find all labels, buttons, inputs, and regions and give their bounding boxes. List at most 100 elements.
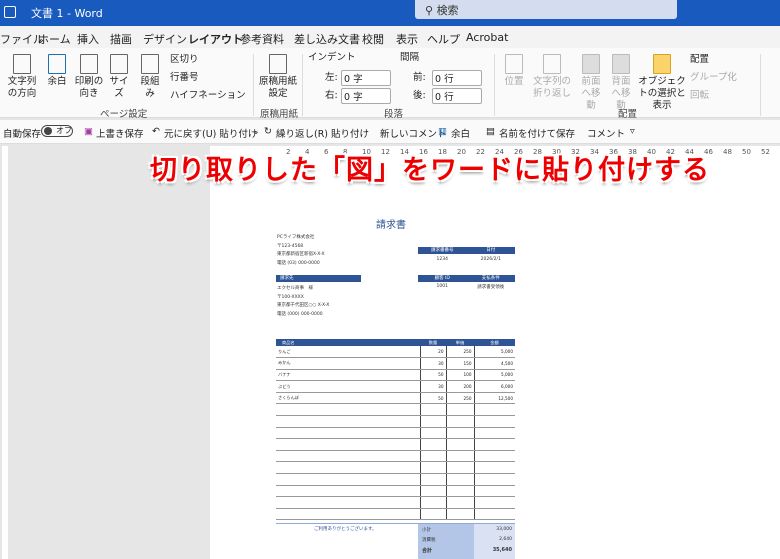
indent-right-input[interactable]: 0 字	[341, 88, 391, 104]
table-cell[interactable]: さくらんぼ	[276, 392, 420, 405]
table-cell[interactable]: 100	[445, 369, 474, 382]
customize-qat-button[interactable]: ▿	[630, 126, 635, 137]
tab-11[interactable]: Acrobat	[466, 31, 508, 44]
group-button[interactable]: グループ化	[690, 72, 737, 84]
table-cell[interactable]	[445, 427, 474, 440]
tab-3[interactable]: 描画	[110, 31, 132, 47]
table-cell[interactable]	[419, 461, 446, 475]
table-cell[interactable]	[276, 427, 420, 440]
tab-2[interactable]: 挿入	[77, 31, 99, 47]
table-cell[interactable]	[473, 403, 515, 417]
margins-button[interactable]: 余白	[44, 54, 70, 88]
table-cell[interactable]	[445, 485, 474, 498]
table-cell[interactable]: 4,500	[473, 357, 515, 370]
table-cell[interactable]	[445, 461, 474, 475]
table-cell[interactable]	[419, 415, 446, 428]
save-button[interactable]: 上書き保存	[96, 126, 144, 140]
table-cell[interactable]	[445, 473, 474, 486]
table-cell[interactable]: 30	[419, 357, 446, 370]
table-cell[interactable]: 50	[419, 392, 446, 405]
table-cell[interactable]: りんご	[276, 346, 420, 359]
search-box[interactable]: ⚲ 検索	[415, 0, 677, 19]
table-cell[interactable]: 50	[419, 369, 446, 382]
columns-button[interactable]: 段組み	[136, 54, 164, 100]
position-button[interactable]: 位置	[500, 54, 528, 88]
tab-8[interactable]: 校閲	[362, 31, 384, 47]
table-cell[interactable]	[276, 485, 420, 498]
table-cell[interactable]	[473, 485, 515, 498]
comment-button[interactable]: コメント	[587, 126, 625, 140]
table-cell[interactable]	[419, 438, 446, 451]
undo-button[interactable]: 元に戻す(U) 貼り付け	[164, 126, 257, 140]
rotate-button[interactable]: 回転	[690, 90, 709, 102]
table-cell[interactable]	[276, 415, 420, 428]
table-cell[interactable]	[445, 508, 474, 521]
table-cell[interactable]	[473, 461, 515, 475]
table-cell[interactable]	[419, 485, 446, 498]
table-cell[interactable]: 150	[445, 357, 474, 370]
line-numbers-button[interactable]: 行番号	[170, 72, 199, 84]
table-cell[interactable]	[473, 473, 515, 486]
table-cell[interactable]	[276, 461, 420, 475]
table-cell[interactable]	[473, 496, 515, 509]
table-cell[interactable]: 30	[419, 380, 446, 393]
table-cell[interactable]: 250	[445, 392, 474, 405]
table-cell[interactable]	[473, 508, 515, 521]
table-cell[interactable]	[419, 427, 446, 440]
breaks-button[interactable]: 区切り	[170, 54, 199, 66]
tab-7[interactable]: 差し込み文書	[294, 31, 360, 47]
align-button[interactable]: 配置	[690, 54, 709, 66]
selection-pane-button[interactable]: オブジェクトの選択と表示	[638, 54, 686, 112]
table-cell[interactable]	[473, 438, 515, 451]
size-button[interactable]: サイズ	[106, 54, 132, 100]
tab-9[interactable]: 表示	[396, 31, 418, 47]
table-cell[interactable]	[276, 473, 420, 486]
table-cell[interactable]: ぶどう	[276, 380, 420, 393]
table-cell[interactable]	[419, 508, 446, 521]
table-cell[interactable]: 5,000	[473, 346, 515, 359]
table-cell[interactable]	[445, 403, 474, 417]
table-cell[interactable]	[276, 438, 420, 451]
tab-1[interactable]: ホーム	[38, 31, 71, 47]
table-cell[interactable]	[276, 450, 420, 463]
hyphenation-button[interactable]: ハイフネーション	[170, 90, 246, 102]
text-direction-button[interactable]: 文字列の方向	[4, 54, 40, 100]
table-cell[interactable]	[419, 473, 446, 486]
margins-qat-button[interactable]: 余白	[451, 126, 470, 140]
tab-10[interactable]: ヘルプ	[427, 31, 460, 47]
bring-forward-button[interactable]: 前面へ移動	[577, 54, 605, 112]
autosave-toggle[interactable]: オフ	[41, 125, 73, 137]
table-cell[interactable]: 5,000	[473, 369, 515, 382]
table-cell[interactable]: 12,500	[473, 392, 515, 405]
tab-4[interactable]: デザイン	[143, 31, 187, 47]
table-cell[interactable]	[445, 450, 474, 463]
send-backward-button[interactable]: 背面へ移動	[607, 54, 635, 112]
redo-button[interactable]: 繰り返し(R) 貼り付け	[276, 126, 369, 140]
table-cell[interactable]	[276, 508, 420, 521]
table-cell[interactable]: 200	[445, 380, 474, 393]
table-cell[interactable]: 250	[445, 346, 474, 359]
indent-left-input[interactable]: 0 字	[341, 70, 391, 86]
save-as-button[interactable]: 名前を付けて保存	[499, 126, 575, 140]
table-cell[interactable]	[445, 415, 474, 428]
new-comment-button[interactable]: 新しいコメント	[380, 126, 447, 140]
table-cell[interactable]: バナナ	[276, 369, 420, 382]
wrap-text-button[interactable]: 文字列の折り返し	[530, 54, 574, 100]
table-cell[interactable]	[473, 427, 515, 440]
table-cell[interactable]	[276, 496, 420, 509]
undo-dropdown[interactable]: ⌄	[252, 126, 260, 137]
spacing-before-input[interactable]: 0 行	[432, 70, 482, 86]
tab-6[interactable]: 参考資料	[240, 31, 284, 47]
spacing-after-input[interactable]: 0 行	[432, 88, 482, 104]
table-cell[interactable]	[419, 496, 446, 509]
table-cell[interactable]	[473, 450, 515, 463]
table-cell[interactable]	[419, 450, 446, 463]
orientation-button[interactable]: 印刷の向き	[74, 54, 104, 100]
table-cell[interactable]	[419, 403, 446, 417]
table-cell[interactable]	[445, 438, 474, 451]
table-cell[interactable]: 20	[419, 346, 446, 359]
table-cell[interactable]: 6,000	[473, 380, 515, 393]
table-cell[interactable]	[445, 496, 474, 509]
table-cell[interactable]	[276, 403, 420, 417]
genko-settings-button[interactable]: 原稿用紙設定	[258, 54, 298, 100]
